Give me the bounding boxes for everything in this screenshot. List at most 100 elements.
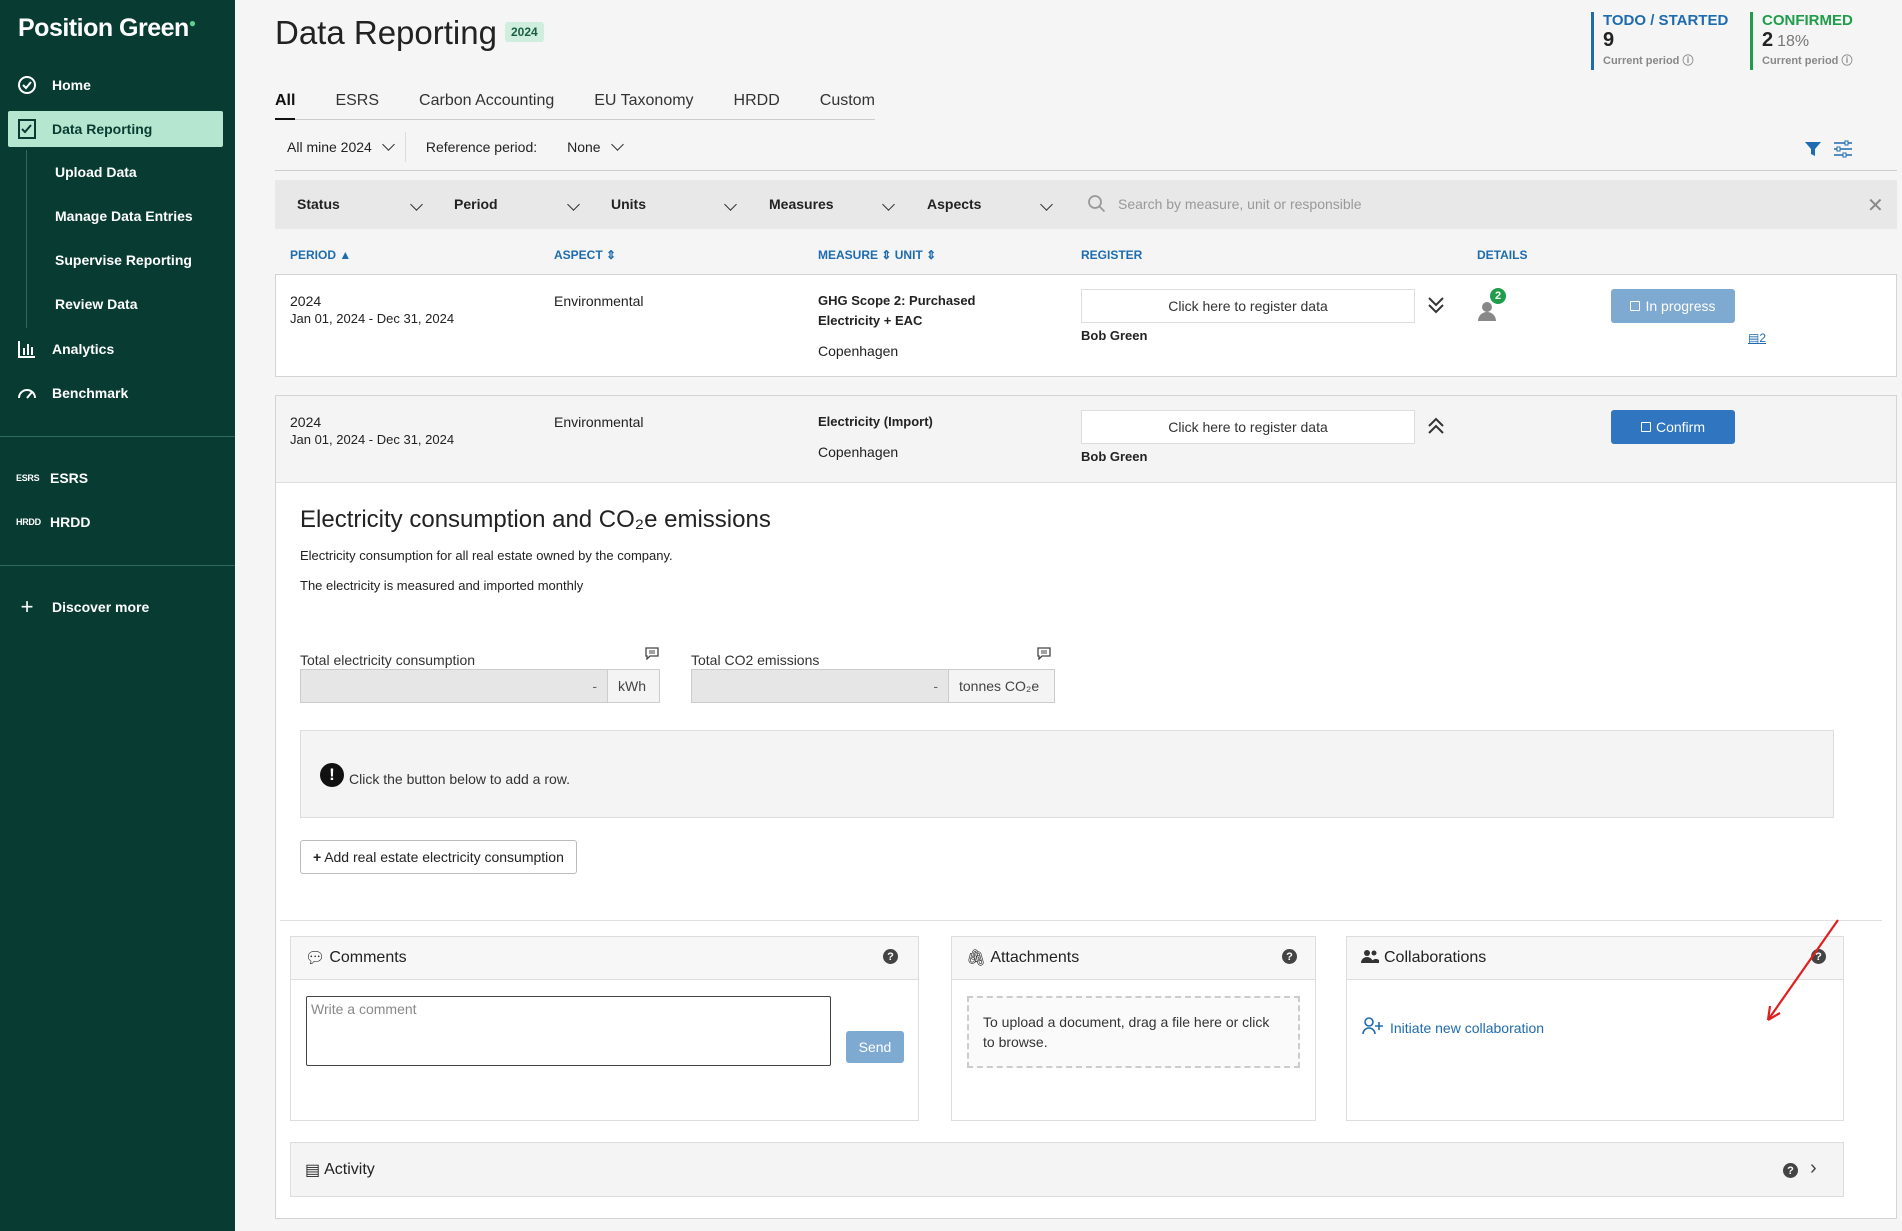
- filter-period[interactable]: Period: [454, 196, 498, 212]
- add-row-button[interactable]: + Add real estate electricity consumption: [300, 840, 577, 874]
- unit-label: kWh: [607, 669, 660, 703]
- comments-panel: 💬︎ Comments ? Write a comment Send: [290, 936, 919, 1121]
- tab-eu-taxonomy[interactable]: EU Taxonomy: [594, 88, 693, 120]
- sidebar-item-esrs[interactable]: ESRS ESRS: [8, 460, 223, 496]
- sidebar-subitem-manage-data-entries[interactable]: Manage Data Entries: [55, 208, 193, 224]
- help-icon[interactable]: ?: [1282, 949, 1297, 964]
- sidebar-item-home[interactable]: Home: [8, 67, 223, 103]
- tab-esrs[interactable]: ESRS: [335, 88, 379, 120]
- info-icon: ⓘ: [1841, 55, 1853, 67]
- sidebar-item-benchmark[interactable]: Benchmark: [8, 375, 223, 411]
- filter-units[interactable]: Units: [611, 196, 646, 212]
- tab-carbon-accounting[interactable]: Carbon Accounting: [419, 88, 554, 120]
- aspect: Environmental: [554, 414, 644, 430]
- register-data-button[interactable]: Click here to register data: [1081, 410, 1415, 444]
- stat-todo[interactable]: TODO / STARTED 9 Current period ⓘ: [1591, 12, 1728, 70]
- chevron-down-icon: [610, 137, 624, 151]
- expand-icon[interactable]: [1427, 295, 1445, 318]
- filter-bar: Status Period Units Measures Aspects Sea…: [275, 180, 1897, 229]
- in-progress-button[interactable]: In progress: [1611, 289, 1735, 323]
- comment-count-link[interactable]: ▤2: [1748, 331, 1766, 345]
- report-icon: [16, 118, 38, 140]
- field-label: Total electricity consumption: [300, 652, 476, 668]
- co2-emissions-input[interactable]: -: [691, 669, 949, 703]
- brand-logo[interactable]: Position Green●: [18, 14, 196, 43]
- responsible: Bob Green: [1081, 449, 1148, 464]
- plus-icon: +: [20, 594, 34, 619]
- measure-name: Electricity (Import): [818, 414, 933, 429]
- measure-name: GHG Scope 2: Purchased: [818, 293, 976, 308]
- search-input[interactable]: Search by measure, unit or responsible: [1118, 196, 1362, 212]
- detail-title: Electricity consumption and CO₂e emissio…: [300, 506, 771, 533]
- filter-icon[interactable]: [1804, 140, 1822, 161]
- column-aspect[interactable]: ASPECT ⇕: [554, 248, 616, 262]
- settings-sliders-icon[interactable]: [1833, 140, 1853, 161]
- sidebar-subitem-supervise-reporting[interactable]: Supervise Reporting: [55, 252, 192, 268]
- panel-header: 💬︎ Comments: [291, 937, 918, 980]
- tab-custom[interactable]: Custom: [820, 88, 875, 120]
- register-data-button[interactable]: Click here to register data: [1081, 289, 1415, 323]
- reference-period-dropdown[interactable]: Reference period: None: [406, 137, 642, 155]
- chevron-down-icon[interactable]: [882, 198, 895, 211]
- info-icon: ⓘ: [1682, 55, 1694, 67]
- sidebar-item-analytics[interactable]: Analytics: [8, 331, 223, 367]
- chevron-down-icon[interactable]: [724, 198, 737, 211]
- field-comment-icon[interactable]: [645, 647, 659, 663]
- column-measure[interactable]: MEASURE ⇕ UNIT ⇕: [818, 248, 936, 262]
- table-row[interactable]: 2024 Jan 01, 2024 - Dec 31, 2024 Environ…: [275, 274, 1897, 377]
- sidebar-item-label: Data Reporting: [52, 121, 153, 137]
- file-dropzone[interactable]: To upload a document, drag a file here o…: [967, 996, 1300, 1068]
- filter-status[interactable]: Status: [297, 196, 340, 212]
- close-icon[interactable]: ✕: [1867, 193, 1884, 218]
- sidebar-item-hrdd[interactable]: HRDD HRDD: [8, 504, 223, 540]
- sidebar-item-data-reporting[interactable]: Data Reporting: [8, 111, 223, 147]
- period-year: 2024: [290, 414, 322, 430]
- divider: [280, 920, 1882, 921]
- scope-dropdown[interactable]: All mine 2024: [275, 132, 406, 162]
- confirm-button[interactable]: Confirm: [1611, 410, 1735, 444]
- column-register: REGISTER: [1081, 248, 1143, 262]
- activity-panel[interactable]: ▤ Activity ? ›: [290, 1142, 1844, 1197]
- help-icon[interactable]: ?: [883, 949, 898, 964]
- chevron-down-icon: [381, 137, 395, 151]
- stat-confirmed[interactable]: CONFIRMED 2 18% Current period ⓘ: [1750, 12, 1853, 70]
- collaborators-icon[interactable]: 2: [1476, 288, 1506, 324]
- esrs-icon: ESRS: [16, 473, 40, 483]
- electricity-consumption-input[interactable]: -: [300, 669, 608, 703]
- unit-location: Copenhagen: [818, 444, 899, 460]
- filter-aspects[interactable]: Aspects: [927, 196, 981, 212]
- hrdd-icon: HRDD: [16, 517, 41, 527]
- sidebar-item-discover-more[interactable]: + Discover more: [8, 589, 223, 625]
- period-range: Jan 01, 2024 - Dec 31, 2024: [290, 432, 455, 447]
- collapse-icon[interactable]: [1427, 416, 1445, 439]
- comment-textarea[interactable]: Write a comment: [306, 996, 831, 1066]
- filter-measures[interactable]: Measures: [769, 196, 834, 212]
- sidebar-item-label: Home: [52, 77, 91, 93]
- field-comment-icon[interactable]: [1037, 647, 1051, 663]
- initiate-collaboration-link[interactable]: Initiate new collaboration: [1362, 1017, 1544, 1038]
- send-button[interactable]: Send: [846, 1031, 904, 1063]
- sidebar-subitem-review-data[interactable]: Review Data: [55, 296, 137, 312]
- chevron-right-icon[interactable]: ›: [1810, 1157, 1817, 1180]
- chevron-down-icon[interactable]: [1040, 198, 1053, 211]
- home-icon: [16, 74, 38, 96]
- column-period[interactable]: PERIOD ▲: [290, 248, 351, 262]
- help-icon[interactable]: ?: [1783, 1163, 1798, 1178]
- chevron-down-icon[interactable]: [410, 198, 423, 211]
- tab-hrdd[interactable]: HRDD: [734, 88, 780, 120]
- tab-all[interactable]: All: [275, 88, 296, 120]
- chevron-down-icon[interactable]: [567, 198, 580, 211]
- sidebar-divider: [0, 436, 235, 437]
- sidebar-item-label: Discover more: [52, 599, 150, 615]
- main-content: Data Reporting 2024 TODO / STARTED 9 Cur…: [235, 0, 1902, 1231]
- sidebar-divider: [0, 565, 235, 566]
- stat-value: 2: [1762, 29, 1774, 51]
- exclamation-icon: !: [320, 763, 344, 787]
- page-title: Data Reporting: [275, 14, 497, 51]
- stat-sub: Current period ⓘ: [1762, 55, 1853, 67]
- checkbox-icon: [1640, 422, 1651, 432]
- sidebar-subitem-upload-data[interactable]: Upload Data: [55, 164, 137, 180]
- stat-sub: Current period ⓘ: [1603, 55, 1694, 67]
- stat-value: 9: [1603, 29, 1615, 51]
- comment-icon: 💬︎: [305, 950, 326, 967]
